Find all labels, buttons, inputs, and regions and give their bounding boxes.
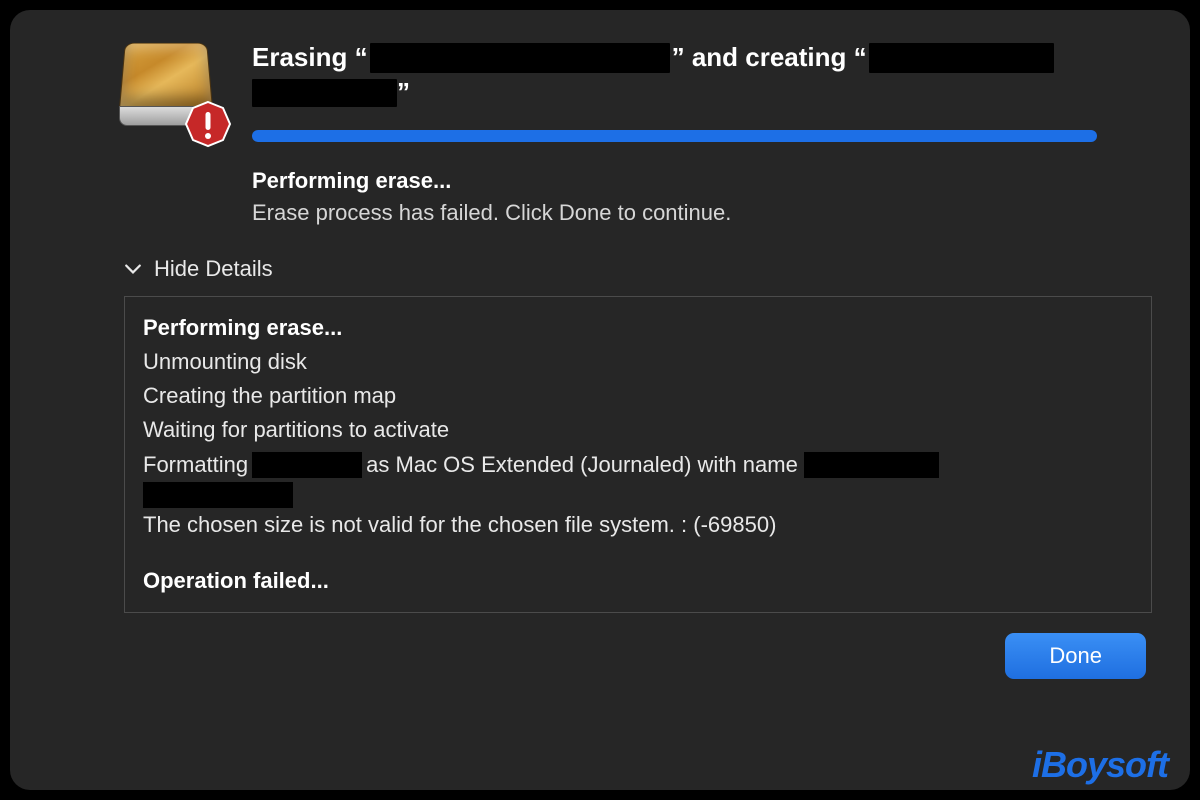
- dialog-title-line2: ”: [252, 75, 1164, 110]
- title-mid: ” and creating “: [672, 40, 867, 75]
- status-heading: Performing erase...: [252, 168, 1164, 194]
- redacted-vol-name-part1: [804, 452, 939, 478]
- title-prefix: Erasing “: [252, 40, 368, 75]
- button-row: Done: [36, 633, 1146, 679]
- chevron-down-icon: [124, 260, 142, 278]
- error-badge-icon: [184, 100, 232, 148]
- log-line-formatting: Formatting as Mac OS Extended (Journaled…: [143, 448, 1133, 482]
- log-line: Creating the partition map: [143, 379, 1133, 413]
- drive-icon: [116, 36, 226, 146]
- log-line: Waiting for partitions to activate: [143, 413, 1133, 447]
- redacted-source-name: [370, 43, 670, 73]
- redacted-disk-id: [252, 452, 362, 478]
- redacted-target-name-part2: [252, 79, 397, 107]
- dialog-title: Erasing “ ” and creating “: [252, 40, 1164, 75]
- log-error-line: The chosen size is not valid for the cho…: [143, 508, 1133, 542]
- details-log: Performing erase... Unmounting disk Crea…: [124, 296, 1152, 613]
- status-block: Performing erase... Erase process has fa…: [252, 168, 1164, 226]
- status-message: Erase process has failed. Click Done to …: [252, 200, 1164, 226]
- redacted-target-name-part1: [869, 43, 1054, 73]
- redacted-vol-name-part2: [143, 482, 293, 508]
- dialog-header: Erasing “ ” and creating “ ” Performing …: [36, 36, 1164, 226]
- log-heading: Performing erase...: [143, 311, 1133, 345]
- done-button[interactable]: Done: [1005, 633, 1146, 679]
- log-text: Formatting: [143, 448, 248, 482]
- erase-dialog: Erasing “ ” and creating “ ” Performing …: [10, 10, 1190, 790]
- log-text: as Mac OS Extended (Journaled) with name: [366, 448, 798, 482]
- header-text-block: Erasing “ ” and creating “ ” Performing …: [252, 36, 1164, 226]
- progress-bar: [252, 130, 1097, 142]
- details-toggle[interactable]: Hide Details: [124, 256, 273, 282]
- details-toggle-label: Hide Details: [154, 256, 273, 282]
- log-operation-failed: Operation failed...: [143, 564, 1133, 598]
- log-line: Unmounting disk: [143, 345, 1133, 379]
- log-line-name-cont: [143, 482, 1133, 508]
- watermark: iBoysoft: [1032, 744, 1168, 786]
- title-suffix: ”: [397, 75, 410, 110]
